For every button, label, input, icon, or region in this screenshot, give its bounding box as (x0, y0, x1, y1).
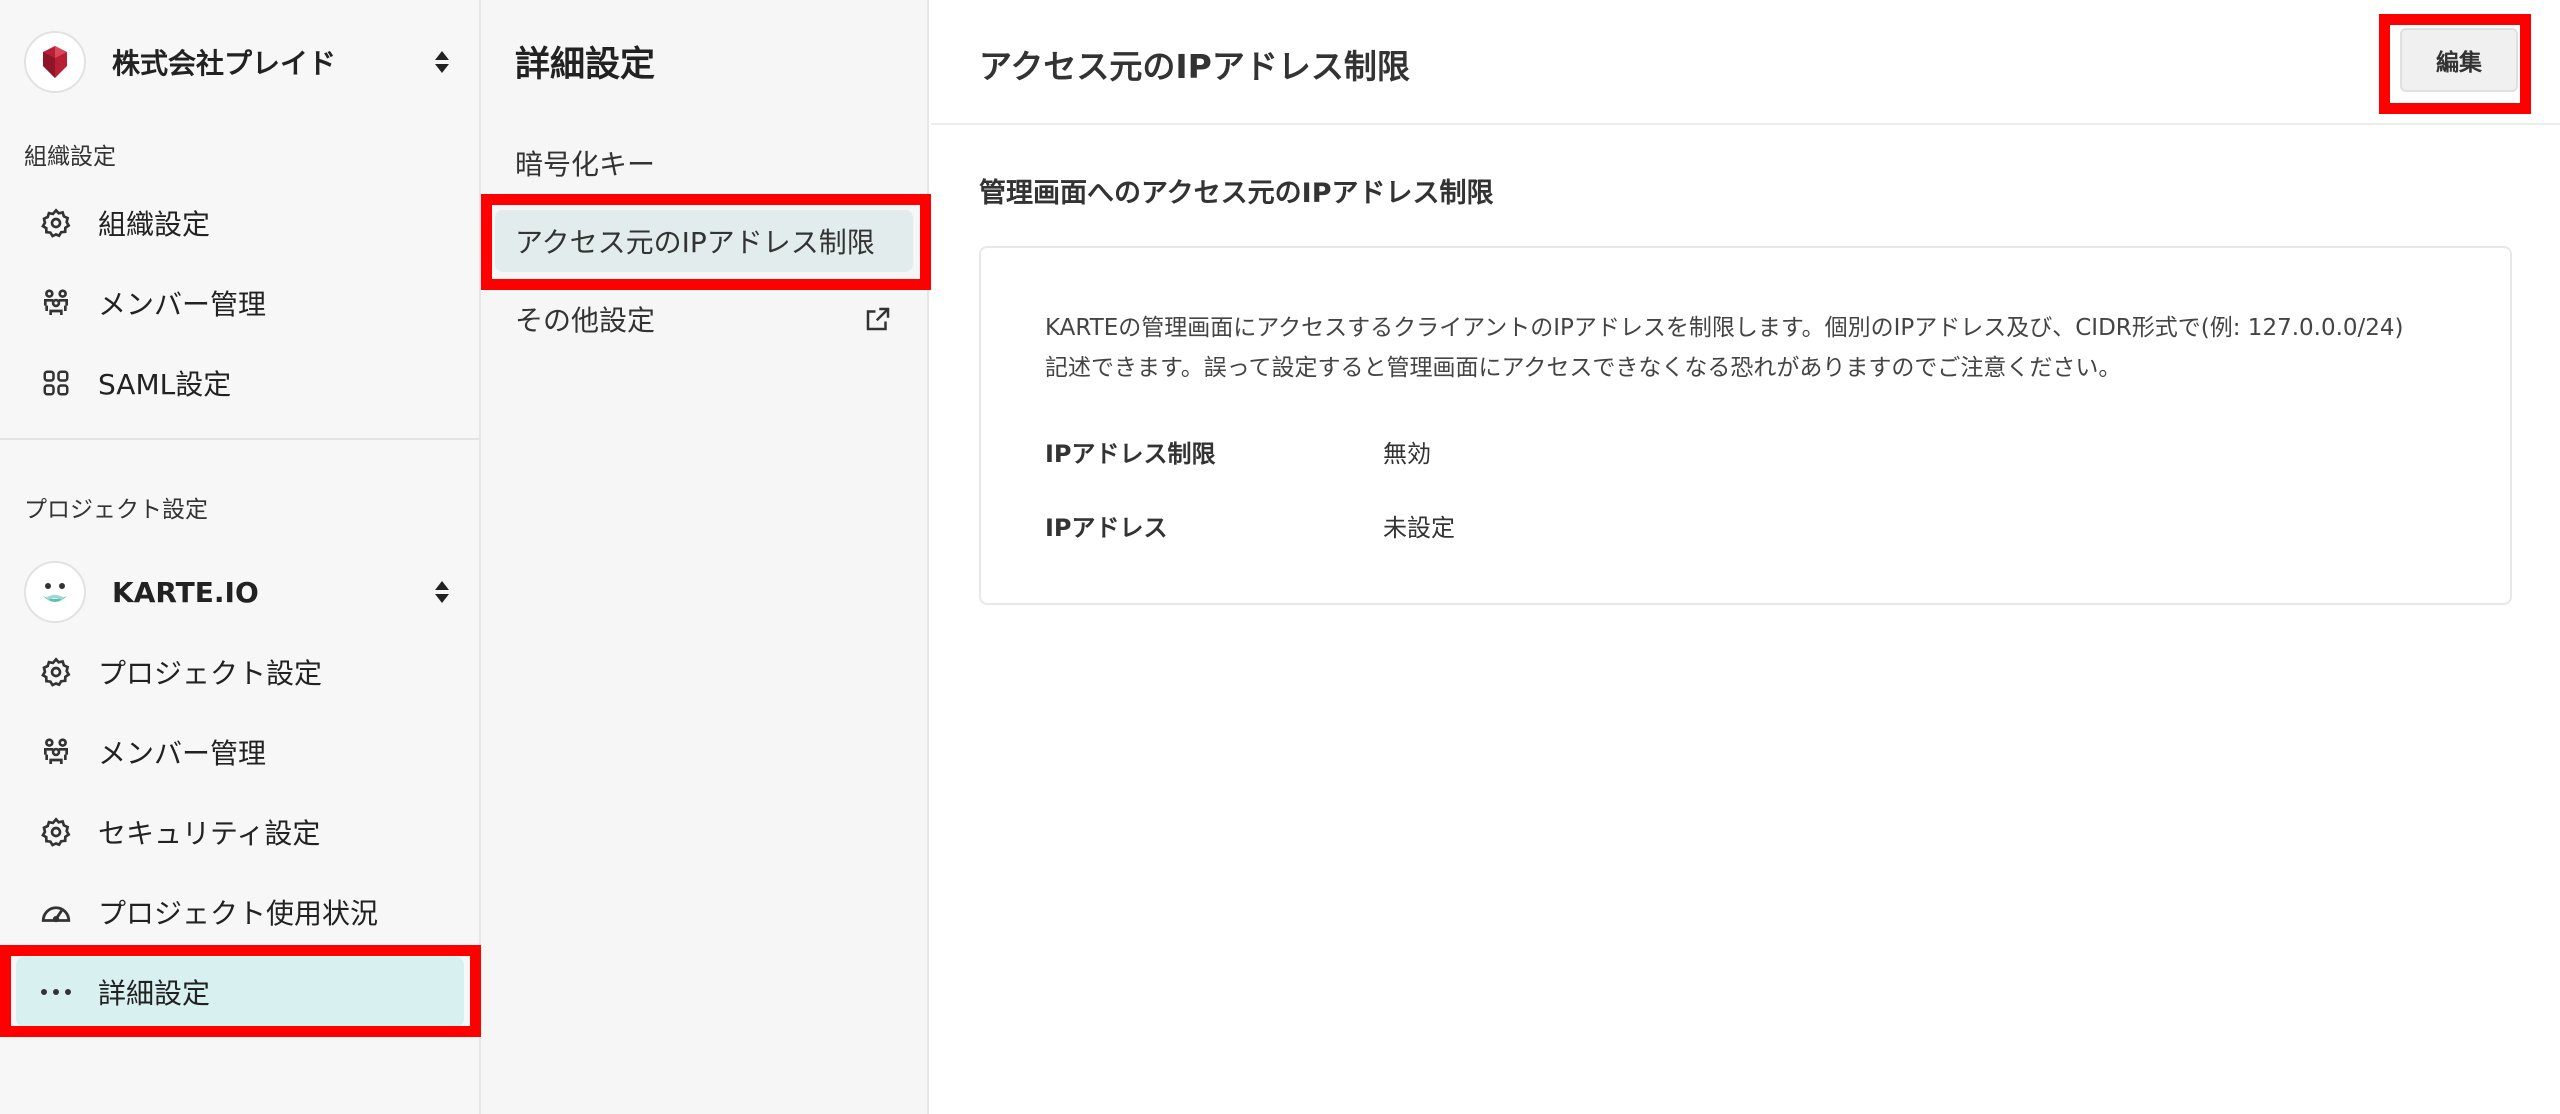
submenu-item-other-settings[interactable]: その他設定 (495, 288, 913, 350)
page-title: アクセス元のIPアドレス制限 (979, 47, 1410, 86)
ip-address-value: 未設定 (1383, 514, 1455, 542)
sidebar-item-project-settings[interactable]: プロジェクト設定 (16, 637, 464, 707)
description-line: KARTEの管理画面にアクセスするクライアントのIPアドレスを制限します。個別の… (1045, 315, 2404, 341)
sidebar-item-saml[interactable]: SAML設定 (16, 348, 464, 418)
members-icon (36, 283, 76, 323)
external-link-icon (866, 307, 890, 331)
grid-icon (36, 363, 76, 403)
sidebar-item-label: プロジェクト設定 (98, 657, 323, 690)
sidebar-item-project-members[interactable]: メンバー管理 (16, 717, 464, 787)
project-logo (24, 561, 86, 623)
highlight-box-sidebar (0, 945, 481, 1037)
ip-restriction-value: 無効 (1383, 440, 1431, 468)
main-content: アクセス元のIPアドレス制限 編集 管理画面へのアクセス元のIPアドレス制限 K… (931, 0, 2560, 1114)
ip-address-label: IPアドレス (1045, 514, 1168, 542)
sidebar-item-label: SAML設定 (98, 368, 232, 401)
sidebar-item-org-settings[interactable]: 組織設定 (16, 188, 464, 258)
org-switcher[interactable]: 株式会社プレイド (24, 30, 454, 94)
sidebar-item-label: プロジェクト使用状況 (98, 897, 379, 930)
description-line: 記述できます。誤って設定すると管理画面にアクセスできなくなる恐れがありますのでご… (1045, 355, 2122, 381)
sidebar-item-security[interactable]: セキュリティ設定 (16, 797, 464, 867)
sidebar-item-org-members[interactable]: メンバー管理 (16, 268, 464, 338)
gear-icon (36, 203, 76, 243)
project-switcher[interactable]: KARTE.IO (24, 560, 454, 624)
org-name: 株式会社プレイド (112, 47, 337, 80)
sidebar-item-label: メンバー管理 (98, 737, 267, 770)
submenu-item-encryption-key[interactable]: 暗号化キー (495, 132, 913, 194)
sidebar-item-label: 組織設定 (98, 208, 211, 241)
submenu-item-label: 暗号化キー (515, 148, 656, 181)
sidebar-item-usage[interactable]: プロジェクト使用状況 (16, 877, 464, 947)
org-logo (24, 31, 86, 93)
project-settings-section-label: プロジェクト設定 (24, 497, 208, 523)
ip-restriction-label: IPアドレス制限 (1045, 440, 1216, 468)
highlight-box-edit (2379, 14, 2531, 114)
advanced-settings-submenu: 詳細設定 暗号化キー アクセス元のIPアドレス制限 その他設定 (481, 0, 929, 1114)
members-icon (36, 732, 76, 772)
highlight-box-submenu (481, 194, 931, 290)
sort-icon (435, 581, 449, 603)
section-title: 管理画面へのアクセス元のIPアドレス制限 (979, 178, 1494, 209)
description: KARTEの管理画面にアクセスするクライアントのIPアドレスを制限します。個別の… (1045, 308, 2465, 388)
sidebar-item-label: メンバー管理 (98, 288, 267, 321)
gear-icon (36, 812, 76, 852)
gear-icon (36, 652, 76, 692)
org-settings-section-label: 組織設定 (24, 144, 116, 170)
project-name: KARTE.IO (112, 575, 259, 609)
sidebar-divider (0, 438, 479, 440)
submenu-title: 詳細設定 (515, 45, 656, 85)
main-header: アクセス元のIPアドレス制限 編集 (931, 0, 2560, 125)
submenu-item-label: その他設定 (515, 304, 656, 337)
gauge-icon (36, 892, 76, 932)
sort-icon (435, 51, 449, 73)
ip-restriction-card: KARTEの管理画面にアクセスするクライアントのIPアドレスを制限します。個別の… (979, 246, 2512, 605)
sidebar-item-label: セキュリティ設定 (98, 817, 321, 850)
